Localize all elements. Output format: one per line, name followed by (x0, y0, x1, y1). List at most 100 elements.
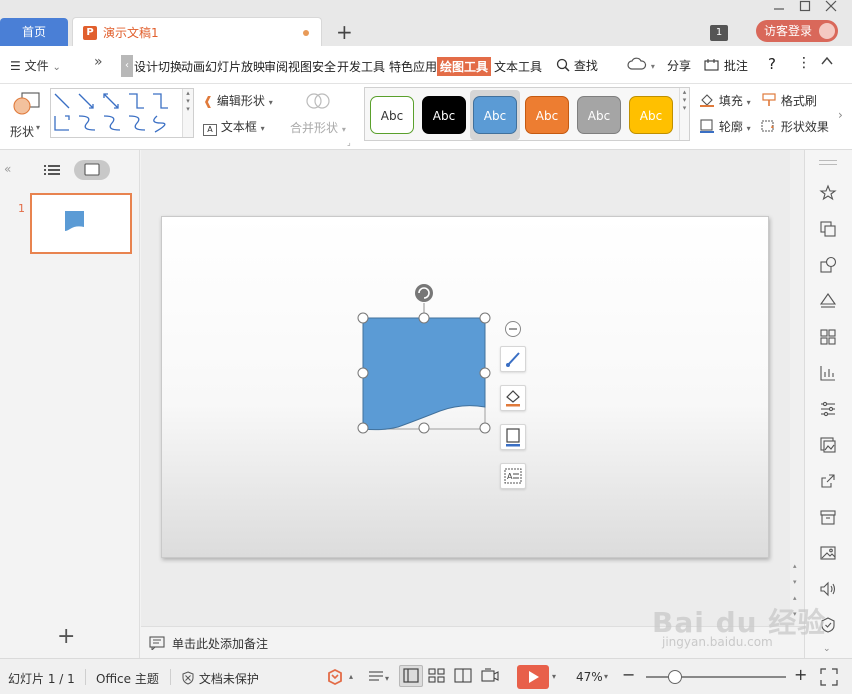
chevron-up-icon[interactable]: ▴ (349, 672, 353, 681)
chevron-down-icon: ▾ (268, 98, 273, 107)
dialog-launcher-icon[interactable]: ⌟ (347, 138, 351, 147)
presenter-view-button[interactable] (480, 667, 500, 688)
zoom-slider[interactable] (646, 676, 786, 678)
new-tab-button[interactable]: + (336, 20, 353, 44)
close-icon[interactable] (822, 0, 840, 16)
tab-drawing-tools[interactable]: 绘图工具 (437, 57, 492, 76)
notes-toggle-icon[interactable]: ▾ (368, 669, 392, 688)
share-button[interactable]: 分享 (667, 57, 691, 74)
thumbnail-view-toggle[interactable] (74, 160, 110, 180)
tab-security[interactable]: 安全 (312, 58, 336, 75)
play-slideshow-button[interactable] (517, 665, 549, 689)
zoom-in-button[interactable]: + (794, 665, 807, 684)
scroll-down-icon[interactable]: ▾ (793, 578, 797, 586)
document-shape[interactable] (162, 217, 770, 559)
zoom-level[interactable]: 47% (576, 670, 603, 684)
textbox-button[interactable]: A 文本框 ▾ (203, 118, 265, 136)
tab-developer[interactable]: 开发工具 (337, 58, 385, 75)
window-count-badge[interactable]: 1 (710, 25, 728, 41)
shape-style-quick-button[interactable] (500, 346, 526, 372)
more-options-button[interactable]: ⋮ (797, 55, 811, 71)
share-export-icon[interactable] (819, 472, 837, 490)
grid-icon[interactable] (819, 328, 837, 346)
style-gallery-scrollbar[interactable]: ▴ ▾ ▾ (679, 88, 689, 140)
comment-button[interactable]: 批注 (704, 57, 748, 74)
picture-icon[interactable] (819, 544, 837, 562)
more-tabs-button[interactable]: » (94, 54, 103, 70)
play-icon (529, 671, 539, 683)
style-sample-6[interactable]: Abc (629, 96, 673, 134)
theme-name[interactable]: Office 主题 (96, 670, 159, 687)
scroll-up-icon[interactable]: ▴ (793, 562, 797, 570)
slide-sorter-view-button[interactable] (428, 667, 446, 688)
chevron-down-icon[interactable]: ⌄ (823, 644, 831, 654)
search-button[interactable]: 查找 (556, 57, 598, 74)
zoom-slider-knob[interactable] (668, 670, 682, 684)
zoom-out-button[interactable]: − (622, 665, 635, 684)
vertical-scrollbar[interactable]: ▴ ▾ ▴ ▾ (790, 150, 804, 626)
tab-view[interactable]: 视图 (288, 58, 312, 75)
merge-shape-button[interactable]: 合并形状 ▾ (290, 119, 346, 136)
gallery-scrollbar[interactable]: ▴ ▾ ▾ (182, 89, 193, 137)
normal-view-button[interactable] (399, 665, 423, 687)
shape-button[interactable]: 形状 ▾ (8, 88, 48, 142)
fill-quick-button[interactable] (500, 385, 526, 411)
tab-home[interactable]: 首页 (0, 18, 68, 46)
chart-icon[interactable] (819, 364, 837, 382)
tab-design[interactable]: 设计 (134, 58, 158, 75)
layers-icon[interactable] (819, 292, 837, 310)
shapes-icon[interactable] (819, 256, 837, 274)
tab-special-apps[interactable]: 特色应用 (389, 58, 437, 75)
style-sample-1[interactable]: Abc (370, 96, 414, 134)
audio-speaker-icon[interactable] (819, 580, 837, 598)
wps-brand-icon[interactable] (326, 668, 344, 689)
maximize-icon[interactable] (796, 0, 814, 16)
format-painter-button[interactable]: 格式刷 (761, 92, 817, 109)
style-sample-5[interactable]: Abc (577, 96, 621, 134)
document-protection-status[interactable]: 文档未保护 (181, 670, 259, 687)
outline-quick-button[interactable] (500, 424, 526, 450)
login-button[interactable]: 访客登录 (756, 20, 838, 42)
tab-slideshow[interactable]: 幻灯片放映 (205, 58, 265, 75)
line-shapes-gallery[interactable]: ▴ ▾ ▾ (50, 88, 194, 138)
style-sample-2[interactable]: Abc (422, 96, 466, 134)
line-shapes-icon (54, 93, 168, 133)
add-slide-button[interactable]: + (57, 624, 75, 649)
tab-text-tools[interactable]: 文本工具 (494, 58, 542, 75)
shape-effect-button[interactable]: 形状效果 (761, 118, 829, 135)
animation-star-icon[interactable] (819, 184, 837, 202)
slide-canvas[interactable]: A (161, 216, 769, 558)
tab-animation[interactable]: 动画 (181, 58, 205, 75)
tab-transition[interactable]: 切换 (158, 58, 182, 75)
reading-view-button[interactable] (454, 667, 472, 688)
scroll-tabs-left-button[interactable]: ‹ (121, 55, 133, 77)
collapse-quick-tools-icon[interactable] (504, 320, 522, 341)
text-wrap-quick-button[interactable]: A (500, 463, 526, 489)
outline-button[interactable]: 轮廓 ▾ (699, 118, 751, 135)
style-sample-3[interactable]: Abc (473, 96, 517, 134)
archive-box-icon[interactable] (819, 508, 837, 526)
fill-button[interactable]: 填充 ▾ (699, 92, 751, 109)
ribbon-scroll-right-icon[interactable]: › (838, 108, 843, 122)
file-menu[interactable]: ☰ 文件 ⌄ (10, 57, 61, 74)
tab-document[interactable]: P 演示文稿1 (72, 17, 322, 46)
style-sample-4[interactable]: Abc (525, 96, 569, 134)
copy-icon[interactable] (819, 220, 837, 238)
chevron-down-icon[interactable]: ▾ (604, 672, 608, 681)
help-button[interactable]: ? (768, 55, 776, 73)
slide-thumbnail[interactable] (30, 193, 132, 254)
collapse-panel-icon[interactable]: « (4, 162, 11, 176)
fit-window-button[interactable] (820, 668, 838, 689)
cloud-sync-button[interactable]: ▾ (627, 57, 655, 72)
minimize-icon[interactable] (770, 0, 788, 16)
document-title: 演示文稿1 (103, 26, 159, 40)
chevron-down-icon[interactable]: ▾ (552, 672, 556, 681)
shape-effect-icon (761, 120, 774, 132)
tab-review[interactable]: 审阅 (264, 58, 288, 75)
edit-shape-button[interactable]: ❰ 编辑形状 ▾ (203, 92, 273, 109)
image-gallery-icon[interactable] (819, 436, 837, 454)
collapse-ribbon-button[interactable] (820, 54, 834, 71)
settings-sliders-icon[interactable] (819, 400, 837, 418)
outline-view-icon[interactable] (44, 164, 60, 176)
fill-bucket-icon (700, 94, 714, 107)
